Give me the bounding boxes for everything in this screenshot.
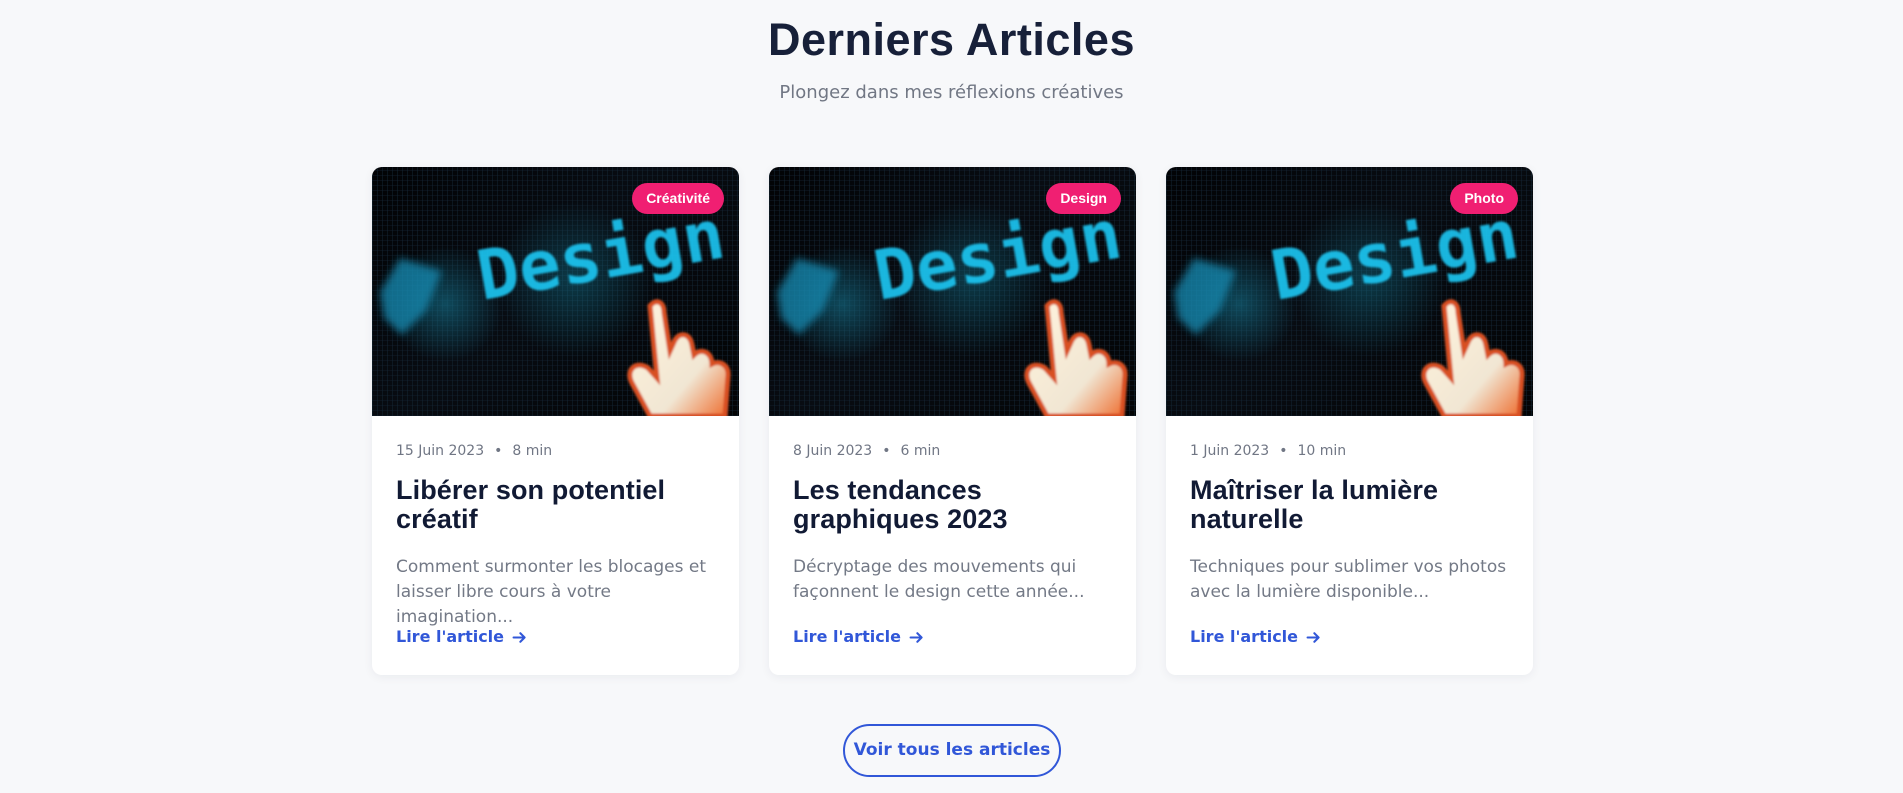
section-title: Derniers Articles	[767, 14, 1135, 65]
read-time: 8 min	[512, 443, 553, 459]
arrow-right-icon	[1305, 629, 1322, 646]
article-image[interactable]: Design Photo	[1166, 167, 1533, 416]
section-subtitle: Plongez dans mes réflexions créatives	[779, 82, 1124, 103]
article-image[interactable]: Design Design	[769, 167, 1136, 416]
read-article-link-label: Lire l'article	[1190, 627, 1299, 646]
article-date: 1 Juin 2023	[1190, 443, 1270, 459]
read-time: 6 min	[900, 443, 941, 459]
pointer-hand-icon	[627, 299, 731, 416]
category-badge[interactable]: Créativité	[632, 183, 724, 214]
article-image[interactable]: Design Créativité	[372, 167, 739, 416]
article-card-creativite[interactable]: Design Créativité 15 Juin 2023 • 8 min Lib…	[372, 167, 739, 675]
article-excerpt: Décryptage des mouvements qui façonnent …	[793, 557, 1085, 602]
view-all-articles-button[interactable]: Voir tous les articles	[843, 724, 1061, 777]
category-badge[interactable]: Design	[1046, 183, 1121, 214]
article-title[interactable]: Maîtriser la lumière naturelle	[1190, 476, 1510, 534]
article-card-body: 8 Juin 2023 • 6 min Les tendances graphiqu…	[793, 442, 1113, 648]
article-excerpt: Techniques pour sublimer vos photos avec…	[1190, 557, 1507, 602]
read-article-link[interactable]: Lire l'article	[1190, 626, 1322, 648]
article-meta: 1 Juin 2023 • 10 min	[1190, 442, 1510, 460]
article-title[interactable]: Libérer son potentiel créatif	[396, 476, 716, 534]
meta-separator: •	[882, 443, 891, 459]
article-excerpt: Comment surmonter les blocages et laisse…	[396, 557, 707, 627]
read-article-link[interactable]: Lire l'article	[396, 626, 528, 648]
article-title[interactable]: Les tendances graphiques 2023	[793, 476, 1113, 534]
meta-separator: •	[494, 443, 503, 459]
meta-separator: •	[1279, 443, 1288, 459]
pointer-hand-icon	[1024, 299, 1128, 416]
category-badge[interactable]: Photo	[1450, 183, 1518, 214]
article-card-body: 1 Juin 2023 • 10 min Maîtriser la lumière …	[1190, 442, 1510, 648]
read-time: 10 min	[1297, 443, 1347, 459]
article-card-photo[interactable]: Design Photo 1 Juin 2023 • 10 min Maîtrise…	[1166, 167, 1533, 675]
article-card-list: Design Créativité 15 Juin 2023 • 8 min Lib…	[372, 167, 1533, 675]
article-card-body: 15 Juin 2023 • 8 min Libérer son potentiel…	[396, 442, 716, 648]
article-meta: 15 Juin 2023 • 8 min	[396, 442, 716, 460]
read-article-link-label: Lire l'article	[793, 627, 902, 646]
read-article-link-label: Lire l'article	[396, 627, 505, 646]
arrow-right-icon	[511, 629, 528, 646]
latest-articles-section: Derniers Articles Plongez dans mes réfle…	[0, 0, 1903, 793]
article-date: 8 Juin 2023	[793, 443, 873, 459]
read-article-link[interactable]: Lire l'article	[793, 626, 925, 648]
article-date: 15 Juin 2023	[396, 443, 485, 459]
pointer-hand-icon	[1421, 299, 1525, 416]
arrow-right-icon	[908, 629, 925, 646]
article-card-design[interactable]: Design Design 8 Juin 2023 • 6 min Les tend…	[769, 167, 1136, 675]
article-meta: 8 Juin 2023 • 6 min	[793, 442, 1113, 460]
